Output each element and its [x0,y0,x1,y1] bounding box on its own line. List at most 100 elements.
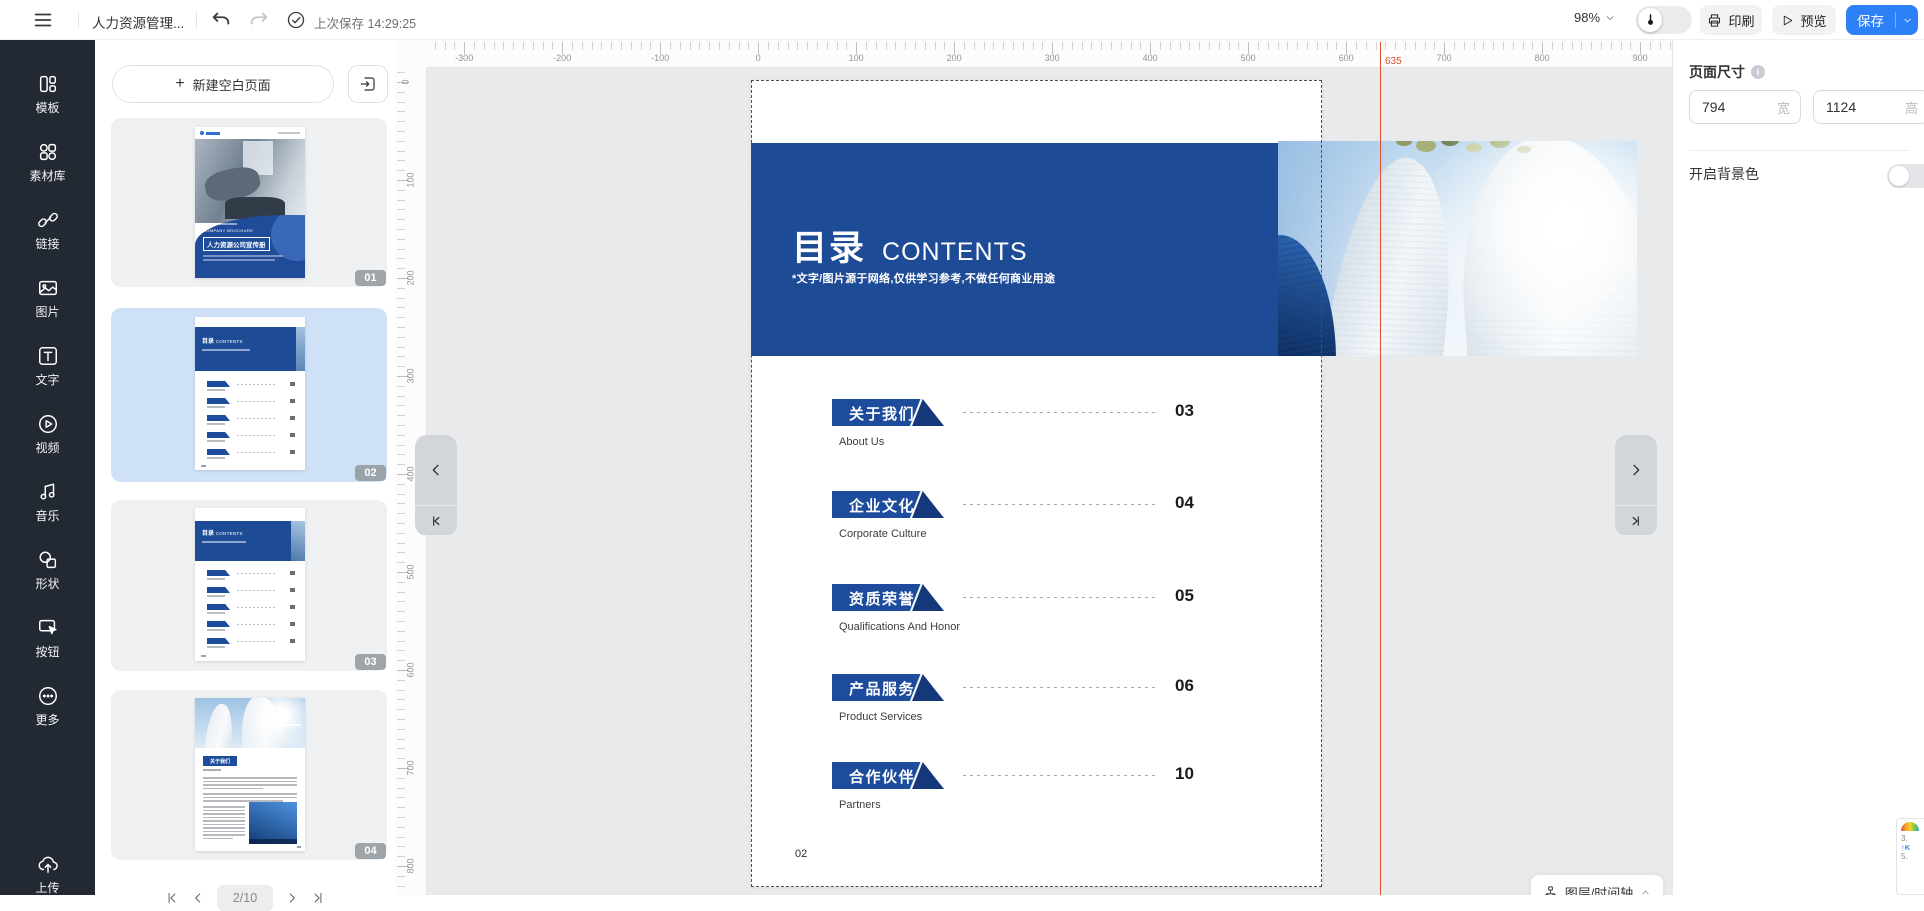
h-ruler-label: 900 [1633,53,1648,63]
bg-color-toggle[interactable] [1887,164,1924,188]
save-button[interactable]: 保存 [1846,5,1918,35]
top-toolbar: 人力资源管理... 上次保存 14:29:25 98% 印刷 预览 保存 [0,0,1924,40]
sidebar-item-text[interactable]: 文字 [0,332,95,400]
width-input[interactable] [1702,99,1772,115]
print-button[interactable]: 印刷 [1700,5,1762,35]
guide-position-label: 635 [1385,56,1402,67]
h-ruler-label: 500 [1241,53,1256,63]
next-page-icon[interactable] [285,891,299,905]
more-ellipsis-icon [37,685,59,707]
document-page[interactable]: 目录 CONTENTS *文字/图片源于网络,仅供学习参考,不做任何商业用途 关… [751,80,1322,887]
toc-row-honor[interactable]: 资质荣誉 Qualifications And Honor 05 [832,584,1232,644]
music-icon [37,481,59,503]
net-unit: K [1905,843,1910,852]
layers-timeline-button[interactable]: 图层/时间轴 [1530,874,1664,895]
last-page-icon[interactable] [311,891,325,905]
sidebar-item-label: 按钮 [35,643,59,660]
sidebar-item-links[interactable]: 链接 [0,196,95,264]
info-icon[interactable]: i [1751,65,1765,79]
toc-leader-line [963,412,1157,413]
cloud-saved-icon [286,10,306,30]
divider [1689,150,1909,151]
undo-icon [210,9,232,31]
button-cursor-icon [37,617,59,639]
page-thumbnail-4[interactable]: 关于我们 04 [111,690,387,860]
v-ruler-label: 100 [406,172,416,187]
net-monitor-widget[interactable]: 3. ↑K 5. [1896,818,1924,895]
import-page-button[interactable] [348,65,388,103]
touch-toggle-knob [1638,8,1662,32]
v-ruler-label: 600 [406,662,416,677]
sidebar-item-buttons[interactable]: 按钮 [0,604,95,672]
sidebar-item-shapes[interactable]: 形状 [0,536,95,604]
toc-row-about[interactable]: 关于我们 About Us 03 [832,399,1232,459]
image-icon [37,277,59,299]
sidebar-item-assets[interactable]: 素材库 [0,128,95,196]
cover-title: 人力资源公司宣传册 [203,237,270,251]
first-page-button[interactable] [415,505,457,535]
layers-button-label: 图层/时间轴 [1565,883,1634,896]
prev-page-button[interactable] [415,435,457,505]
height-input[interactable] [1826,99,1896,115]
v-ruler-label: 500 [406,564,416,579]
zoom-select[interactable]: 98% [1574,10,1616,25]
redo-button[interactable] [248,9,270,31]
height-suffix: 高 [1905,98,1918,117]
sidebar-item-video[interactable]: 视频 [0,400,95,468]
toc-row-products[interactable]: 产品服务 Product Services 06 [832,674,1232,734]
last-page-button[interactable] [1615,505,1657,535]
chevron-down-icon [1902,15,1913,26]
guide-line[interactable] [1380,42,1381,895]
cover-blue-curve: COMPANY BROCHURE 人力资源公司宣传册 [195,215,305,278]
sidebar-item-music[interactable]: 音乐 [0,468,95,536]
cover-photo [195,139,305,223]
sidebar-item-more[interactable]: 更多 [0,672,95,740]
divider [78,12,79,28]
upload-cloud-icon [37,853,59,875]
header-building-photo[interactable] [1278,141,1637,356]
mini-section-badge: 关于我们 [203,756,237,766]
canvas[interactable]: -300-200-1000100200300400500600700800900… [395,40,1672,895]
divider [196,12,197,28]
main-menu-button[interactable] [32,9,54,31]
page-thumbnail-3[interactable]: 目录 CONTENTS 03 [111,500,387,671]
first-page-icon[interactable] [165,891,179,905]
page-size-label: 页面尺寸 [1689,62,1745,82]
thumbnail-preview: 目录 CONTENTS [195,508,305,661]
page-number-badge: 03 [355,654,386,670]
chevron-up-icon [1640,887,1651,896]
touch-mode-toggle[interactable] [1636,6,1692,34]
mini-toc-title: 目录 [202,531,214,537]
sidebar-item-upload[interactable]: 上传 [0,840,95,908]
preview-button[interactable]: 预览 [1772,5,1836,35]
v-ruler-label: 300 [406,368,416,383]
toc-row-culture[interactable]: 企业文化 Corporate Culture 04 [832,491,1232,551]
toc-heading[interactable]: 目录 CONTENTS [792,220,1028,271]
page-thumbnail-2-selected[interactable]: 目录 CONTENTS 02 [111,308,387,482]
sidebar-item-label: 素材库 [29,167,65,184]
sidebar-item-templates[interactable]: 模板 [0,60,95,128]
undo-button[interactable] [210,9,232,31]
sidebar-item-images[interactable]: 图片 [0,264,95,332]
v-ruler-label: 0 [401,79,411,84]
text-icon [37,345,59,367]
save-dropdown[interactable] [1896,15,1918,26]
page-thumbnail-1[interactable]: COMPANY BROCHURE 人力资源公司宣传册 01 [111,118,387,287]
new-blank-page-button[interactable]: + 新建空白页面 [112,65,334,103]
chevron-right-icon [1628,462,1644,478]
toc-row-partners[interactable]: 合作伙伴 Partners 10 [832,762,1232,822]
sidebar-item-label: 更多 [35,711,59,728]
page-indicator[interactable]: 2/10 [217,885,273,911]
toc-disclaimer[interactable]: *文字/图片源于网络,仅供学习参考,不做任何商业用途 [792,270,1055,286]
toc-badge: 产品服务 [832,674,944,701]
mini-toc-title: 目录 [202,339,214,345]
h-ruler-label: 400 [1143,53,1158,63]
chevron-down-icon [1604,12,1616,24]
video-icon [37,413,59,435]
sidebar-item-label: 图片 [35,303,59,320]
prev-page-icon[interactable] [191,891,205,905]
next-page-button[interactable] [1615,435,1657,505]
page-folio-number: 02 [795,848,807,860]
play-icon [1781,14,1794,27]
document-title[interactable]: 人力资源管理... [92,12,184,32]
